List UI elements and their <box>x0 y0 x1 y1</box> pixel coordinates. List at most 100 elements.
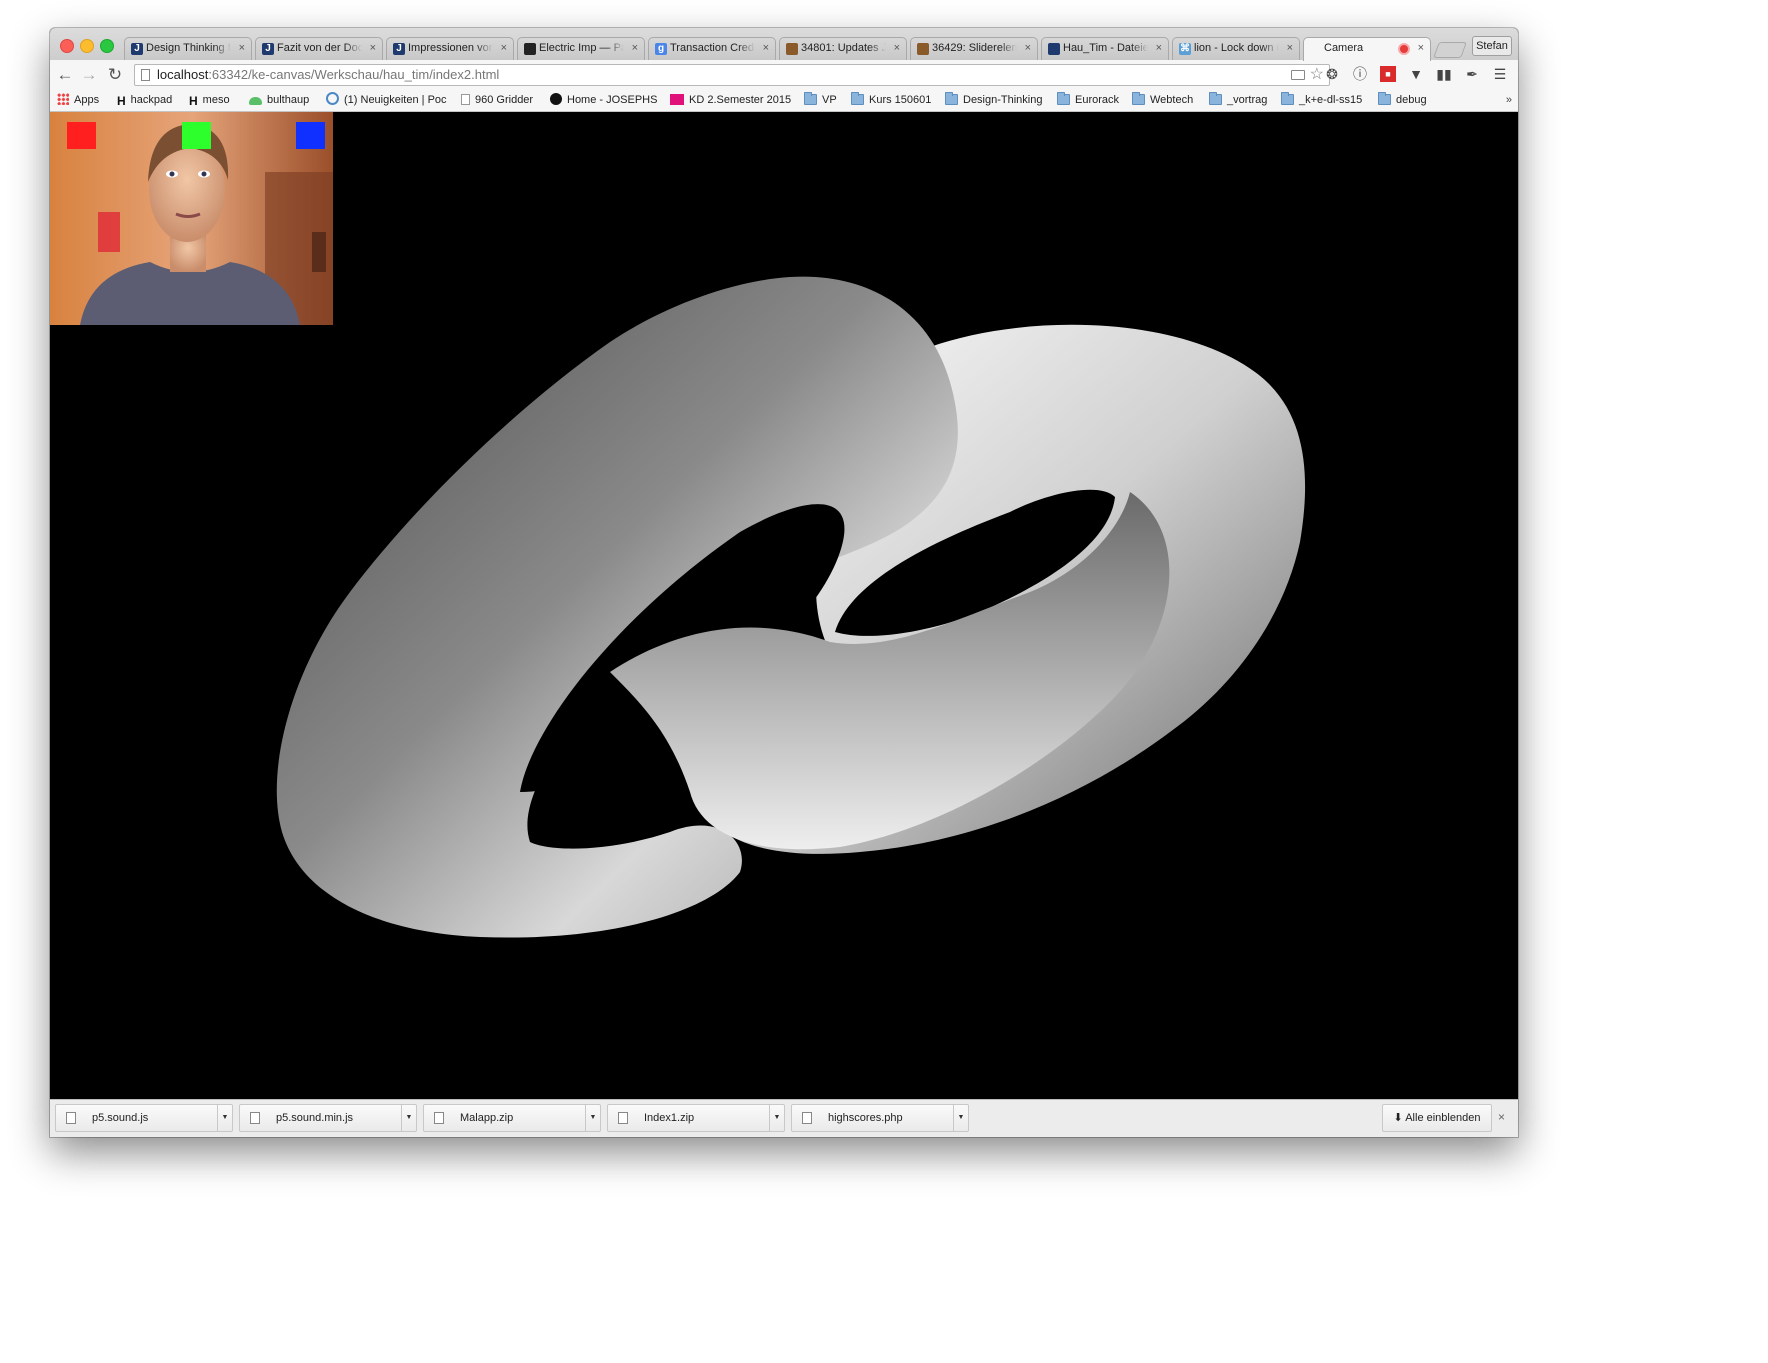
zoom-window-button[interactable] <box>100 39 114 53</box>
bookmark-12[interactable]: Webtech <box>1132 90 1193 111</box>
download-menu-chevron-icon[interactable]: ▼ <box>585 1105 600 1131</box>
evernote-extension-icon[interactable]: ❂ <box>1324 66 1340 82</box>
bookmark-7[interactable]: KD 2.Semester 2015 <box>670 90 791 111</box>
tab-close-icon[interactable]: × <box>632 38 638 59</box>
close-shelf-icon[interactable]: × <box>1498 1110 1505 1124</box>
cloud-icon <box>249 97 262 105</box>
folder-icon <box>1378 92 1391 105</box>
file-icon <box>434 1112 444 1124</box>
show-all-downloads-button[interactable]: ⬇ Alle einblenden <box>1382 1104 1492 1132</box>
bookmark-star-icon[interactable]: ☆ <box>1310 65 1324 85</box>
profile-button[interactable]: Stefan <box>1472 36 1512 56</box>
download-item[interactable]: Malapp.zip ▼ <box>423 1104 601 1132</box>
download-menu-chevron-icon[interactable]: ▼ <box>217 1105 232 1131</box>
tab-3[interactable]: Electric Imp — Par… × <box>517 37 645 60</box>
download-item[interactable]: Index1.zip ▼ <box>607 1104 785 1132</box>
browser-window: JDesign Thinking f…×JFazit von der Dock…… <box>50 28 1518 1137</box>
new-tab-button[interactable] <box>1433 42 1467 58</box>
tab-close-icon[interactable]: × <box>894 38 900 59</box>
download-item[interactable]: p5.sound.min.js ▼ <box>239 1104 417 1132</box>
tab-title: Electric Imp — Par… <box>539 42 624 54</box>
bookmark-5[interactable]: 960 Gridder <box>461 90 533 111</box>
bookmark-15[interactable]: debug <box>1378 90 1427 111</box>
tab-favicon-icon <box>786 43 798 55</box>
bookmark-9[interactable]: Kurs 150601 <box>851 90 931 111</box>
bookmark-10[interactable]: Design-Thinking <box>945 90 1042 111</box>
tab-title: Hau_Tim - Dateien… <box>1063 42 1148 54</box>
forward-arrow-icon[interactable]: → <box>78 64 100 86</box>
back-arrow-icon[interactable]: ← <box>54 64 76 86</box>
url-path: :63342/ke-canvas/Werkschau/hau_tim/index… <box>208 67 500 82</box>
download-menu-chevron-icon[interactable]: ▼ <box>953 1105 968 1131</box>
minimize-window-button[interactable] <box>80 39 94 53</box>
tab-7[interactable]: Hau_Tim - Dateien… × <box>1041 37 1169 60</box>
tab-close-icon[interactable]: × <box>1156 38 1162 59</box>
right-torus-front-segment <box>610 492 1170 850</box>
page-icon <box>141 69 150 81</box>
download-filename: p5.sound.js <box>92 1112 149 1124</box>
tab-close-icon[interactable]: × <box>1418 38 1424 59</box>
address-bar[interactable]: localhost:63342/ke-canvas/Werkschau/hau_… <box>134 64 1330 86</box>
bookmark-6[interactable]: Home - JOSEPHS <box>550 90 657 111</box>
webgl-canvas[interactable] <box>50 112 1518 1099</box>
tab-6[interactable]: 36429: Sliderelem… × <box>910 37 1038 60</box>
bookmark-1[interactable]: Hhackpad <box>117 90 172 111</box>
bookmark-2[interactable]: Hmeso <box>189 90 230 111</box>
bookmark-14[interactable]: _k+e-dl-ss15 <box>1281 90 1362 111</box>
tab-close-icon[interactable]: × <box>501 38 507 59</box>
download-item[interactable]: highscores.php ▼ <box>791 1104 969 1132</box>
bookmark-3[interactable]: bulthaup <box>249 90 309 111</box>
bookmark-label: Eurorack <box>1075 94 1120 106</box>
bookmark-label: meso <box>202 94 230 106</box>
bookmark-11[interactable]: Eurorack <box>1057 90 1119 111</box>
pocket-extension-icon[interactable]: ▼ <box>1408 66 1424 82</box>
download-item[interactable]: p5.sound.js ▼ <box>55 1104 233 1132</box>
info-extension-icon[interactable]: ⓘ <box>1352 66 1368 82</box>
hackpad-icon: H <box>117 94 126 108</box>
bookmark-0[interactable]: Apps <box>57 90 99 111</box>
left-torus <box>276 276 958 938</box>
tab-9[interactable]: Camera × <box>1303 37 1431 61</box>
menu-icon[interactable]: ☰ <box>1492 66 1508 82</box>
bookmark-13[interactable]: _vortrag <box>1209 90 1267 111</box>
eyedropper-extension-icon[interactable]: ✒ <box>1464 66 1480 82</box>
apps-grid-icon <box>57 93 69 105</box>
tab-8[interactable]: ⌘lion - Lock down C… × <box>1172 37 1300 60</box>
swirl-icon <box>326 92 339 105</box>
tab-close-icon[interactable]: × <box>370 38 376 59</box>
tab-close-icon[interactable]: × <box>239 38 245 59</box>
camera-in-use-icon[interactable] <box>1291 70 1305 80</box>
bookmark-4[interactable]: (1) Neuigkeiten | Poc <box>326 90 447 111</box>
bookmark-label: Kurs 150601 <box>869 94 932 106</box>
tab-4[interactable]: gTransaction Crede… × <box>648 37 776 60</box>
tab-favicon-icon: J <box>131 43 143 55</box>
reload-icon[interactable]: ↻ <box>104 64 126 86</box>
url-host: localhost <box>157 67 209 82</box>
download-menu-chevron-icon[interactable]: ▼ <box>401 1105 416 1131</box>
download-filename: Malapp.zip <box>460 1112 514 1124</box>
josephs-logo-icon <box>550 93 562 105</box>
tab-2[interactable]: JImpressionen von… × <box>386 37 514 60</box>
page-icon <box>461 94 470 105</box>
tab-title: lion - Lock down C… <box>1194 42 1279 54</box>
download-menu-chevron-icon[interactable]: ▼ <box>769 1105 784 1131</box>
url-text[interactable]: localhost:63342/ke-canvas/Werkschau/hau_… <box>157 65 499 85</box>
reader-extension-icon[interactable]: ▮▮ <box>1436 66 1452 82</box>
lastpass-extension-icon[interactable]: ■ <box>1380 66 1396 82</box>
tab-5[interactable]: 34801: Updates J… × <box>779 37 907 60</box>
tab-close-icon[interactable]: × <box>763 38 769 59</box>
bookmark-8[interactable]: VP <box>804 90 837 111</box>
bookmark-label: (1) Neuigkeiten | Poc <box>344 94 447 106</box>
color-marker-2 <box>296 122 325 149</box>
tab-0[interactable]: JDesign Thinking f… × <box>124 37 252 60</box>
folder-icon <box>1132 92 1145 105</box>
tab-favicon-icon <box>1048 43 1060 55</box>
tab-1[interactable]: JFazit von der Dock… × <box>255 37 383 60</box>
close-window-button[interactable] <box>60 39 74 53</box>
bookmark-label: bulthaup <box>267 94 310 106</box>
bookmark-label: Design-Thinking <box>963 94 1043 106</box>
bookmark-label: _vortrag <box>1227 94 1268 106</box>
tab-close-icon[interactable]: × <box>1025 38 1031 59</box>
tab-close-icon[interactable]: × <box>1287 38 1293 59</box>
bookmarks-overflow-chevron-icon[interactable]: » <box>1506 90 1512 111</box>
